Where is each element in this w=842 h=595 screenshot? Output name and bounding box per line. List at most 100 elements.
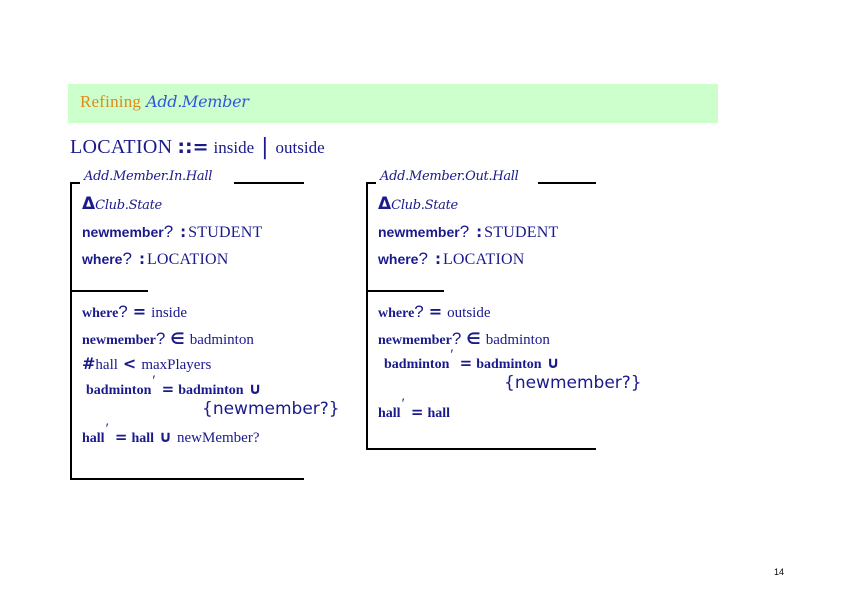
title-schema-name: Add.Member	[146, 92, 249, 111]
predicate-line: newmember? ∈ badminton	[378, 329, 642, 349]
declaration-delta-state: ΔClub.State	[82, 194, 262, 214]
predicate-operator: ∈	[466, 329, 481, 348]
predicate-line: newmember? ∈ badminton	[82, 329, 340, 349]
predicate-rhs: maxPlayers	[141, 357, 212, 373]
predicate-rhs: badminton	[178, 383, 244, 398]
state-schema-name: Club.State	[95, 198, 162, 213]
predicate-operator: =	[428, 302, 443, 321]
title-prefix: Refining	[80, 92, 142, 111]
predicate-operator: <	[122, 354, 137, 373]
declaration-newmember: newmember?: STUDENT	[82, 222, 262, 242]
predicate-continuation: {newmember?}	[82, 399, 340, 419]
prime-decoration: ′	[152, 373, 156, 389]
type-colon: :	[476, 223, 483, 241]
schema-predicates: where? = inside newmember? ∈ badminton #hall…	[82, 302, 340, 447]
predicate-continuation: {newmember?}	[378, 373, 642, 393]
prime-decoration: ′	[401, 396, 405, 412]
free-type-name: LOCATION	[70, 136, 173, 158]
schema-top-stub	[366, 182, 376, 184]
input-decoration: ?	[118, 302, 128, 321]
predicate-lhs: badminton	[384, 357, 450, 372]
set-literal: {newmember?}	[202, 399, 340, 419]
page-title: Refining Add.Member	[80, 92, 249, 112]
type-name: STUDENT	[484, 224, 559, 241]
predicate-lhs: where	[82, 306, 119, 321]
title-banner: Refining Add.Member	[68, 84, 718, 123]
union-operator: ∪	[248, 379, 262, 398]
type-name: LOCATION	[146, 251, 229, 268]
declaration-where: where?: LOCATION	[378, 249, 558, 269]
predicate-rhs: hall	[427, 406, 451, 421]
slide-canvas: Refining Add.Member LOCATION::= inside | out…	[0, 0, 842, 595]
schema-title: Add.Member.In.Hall	[84, 169, 213, 184]
input-decoration: ?	[451, 329, 462, 348]
type-name: LOCATION	[442, 251, 525, 268]
input-decoration: ?	[163, 222, 174, 241]
free-type-value-1: inside	[213, 138, 255, 157]
free-type-separator: |	[261, 135, 269, 160]
predicate-line: badminton′ = badminton ∪	[82, 373, 340, 399]
predicate-operator: =	[114, 428, 128, 446]
predicate-lhs: hall	[82, 431, 105, 446]
input-decoration: ?	[459, 222, 470, 241]
predicate-lhs: badminton	[86, 383, 152, 398]
schema-declarations: ΔClub.State newmember?: STUDENT where?: LO…	[82, 194, 262, 269]
declaration-where: where?: LOCATION	[82, 249, 262, 269]
predicate-operator: ∈	[170, 329, 185, 348]
predicate-line: where? = inside	[82, 302, 340, 322]
schema-divider-rule	[70, 290, 148, 292]
predicate-lhs: where	[378, 306, 415, 321]
predicate-lhs: newmember	[82, 333, 156, 348]
schema-predicates: where? = outside newmember? ∈ badminton badm…	[378, 302, 642, 422]
predicate-operator: =	[161, 380, 175, 398]
schema-top-stub	[70, 182, 80, 184]
predicate-lhs: hall	[95, 357, 118, 373]
variable-name: newmember	[82, 224, 164, 240]
variable-name: where	[378, 251, 419, 267]
schema-declarations: ΔClub.State newmember?: STUDENT where?: LO…	[378, 194, 558, 269]
predicate-operator: =	[410, 403, 424, 421]
free-type-value-2: outside	[275, 138, 325, 157]
state-schema-name: Club.State	[391, 198, 458, 213]
schema-bottom-rule	[70, 478, 304, 480]
predicate-line: hall′ = hall ∪ newMember?	[82, 421, 340, 447]
predicate-rhs: hall	[131, 431, 155, 446]
variable-name: where	[82, 251, 123, 267]
predicate-lhs: newmember	[378, 333, 452, 348]
predicate-rhs: badminton	[189, 332, 254, 348]
predicate-operator: =	[132, 302, 147, 321]
free-type-operator: ::=	[177, 136, 209, 158]
page-number: 14	[773, 567, 784, 577]
input-decoration: ?	[418, 249, 428, 268]
predicate-lhs: hall	[378, 406, 401, 421]
declaration-delta-state: ΔClub.State	[378, 194, 558, 214]
prime-decoration: ′	[105, 421, 109, 437]
type-colon: :	[180, 223, 187, 241]
predicate-rhs: badminton	[476, 357, 542, 372]
prime-decoration: ′	[450, 347, 454, 363]
schema-top-rule	[538, 182, 596, 184]
type-colon: :	[138, 250, 145, 268]
predicate-line: badminton′ = badminton ∪	[378, 347, 642, 373]
schema-box-add-member-out-hall: Add.Member.Out.Hall ΔClub.State newmembe…	[366, 169, 642, 450]
free-type-definition: LOCATION::= inside | outside	[70, 134, 327, 160]
predicate-line: where? = outside	[378, 302, 642, 322]
type-name: STUDENT	[188, 224, 263, 241]
schema-left-border	[366, 182, 368, 450]
input-decoration: ?	[414, 302, 424, 321]
predicate-operator: =	[459, 354, 473, 372]
schema-title: Add.Member.Out.Hall	[380, 169, 519, 184]
union-operator: ∪	[546, 353, 560, 372]
declaration-newmember: newmember?: STUDENT	[378, 222, 558, 242]
predicate-line: hall′ = hall	[378, 396, 642, 422]
variable-name: newmember	[378, 224, 460, 240]
predicate-rhs-2: newMember?	[177, 430, 260, 446]
schema-top-rule	[234, 182, 304, 184]
schema-divider-rule	[366, 290, 444, 292]
predicate-rhs: inside	[151, 305, 188, 321]
schema-box-add-member-in-hall: Add.Member.In.Hall ΔClub.State newmember…	[70, 169, 340, 480]
union-operator: ∪	[159, 427, 173, 446]
schema-left-border	[70, 182, 72, 480]
predicate-rhs: badminton	[485, 332, 550, 348]
predicate-line: #hall < maxPlayers	[82, 354, 340, 374]
